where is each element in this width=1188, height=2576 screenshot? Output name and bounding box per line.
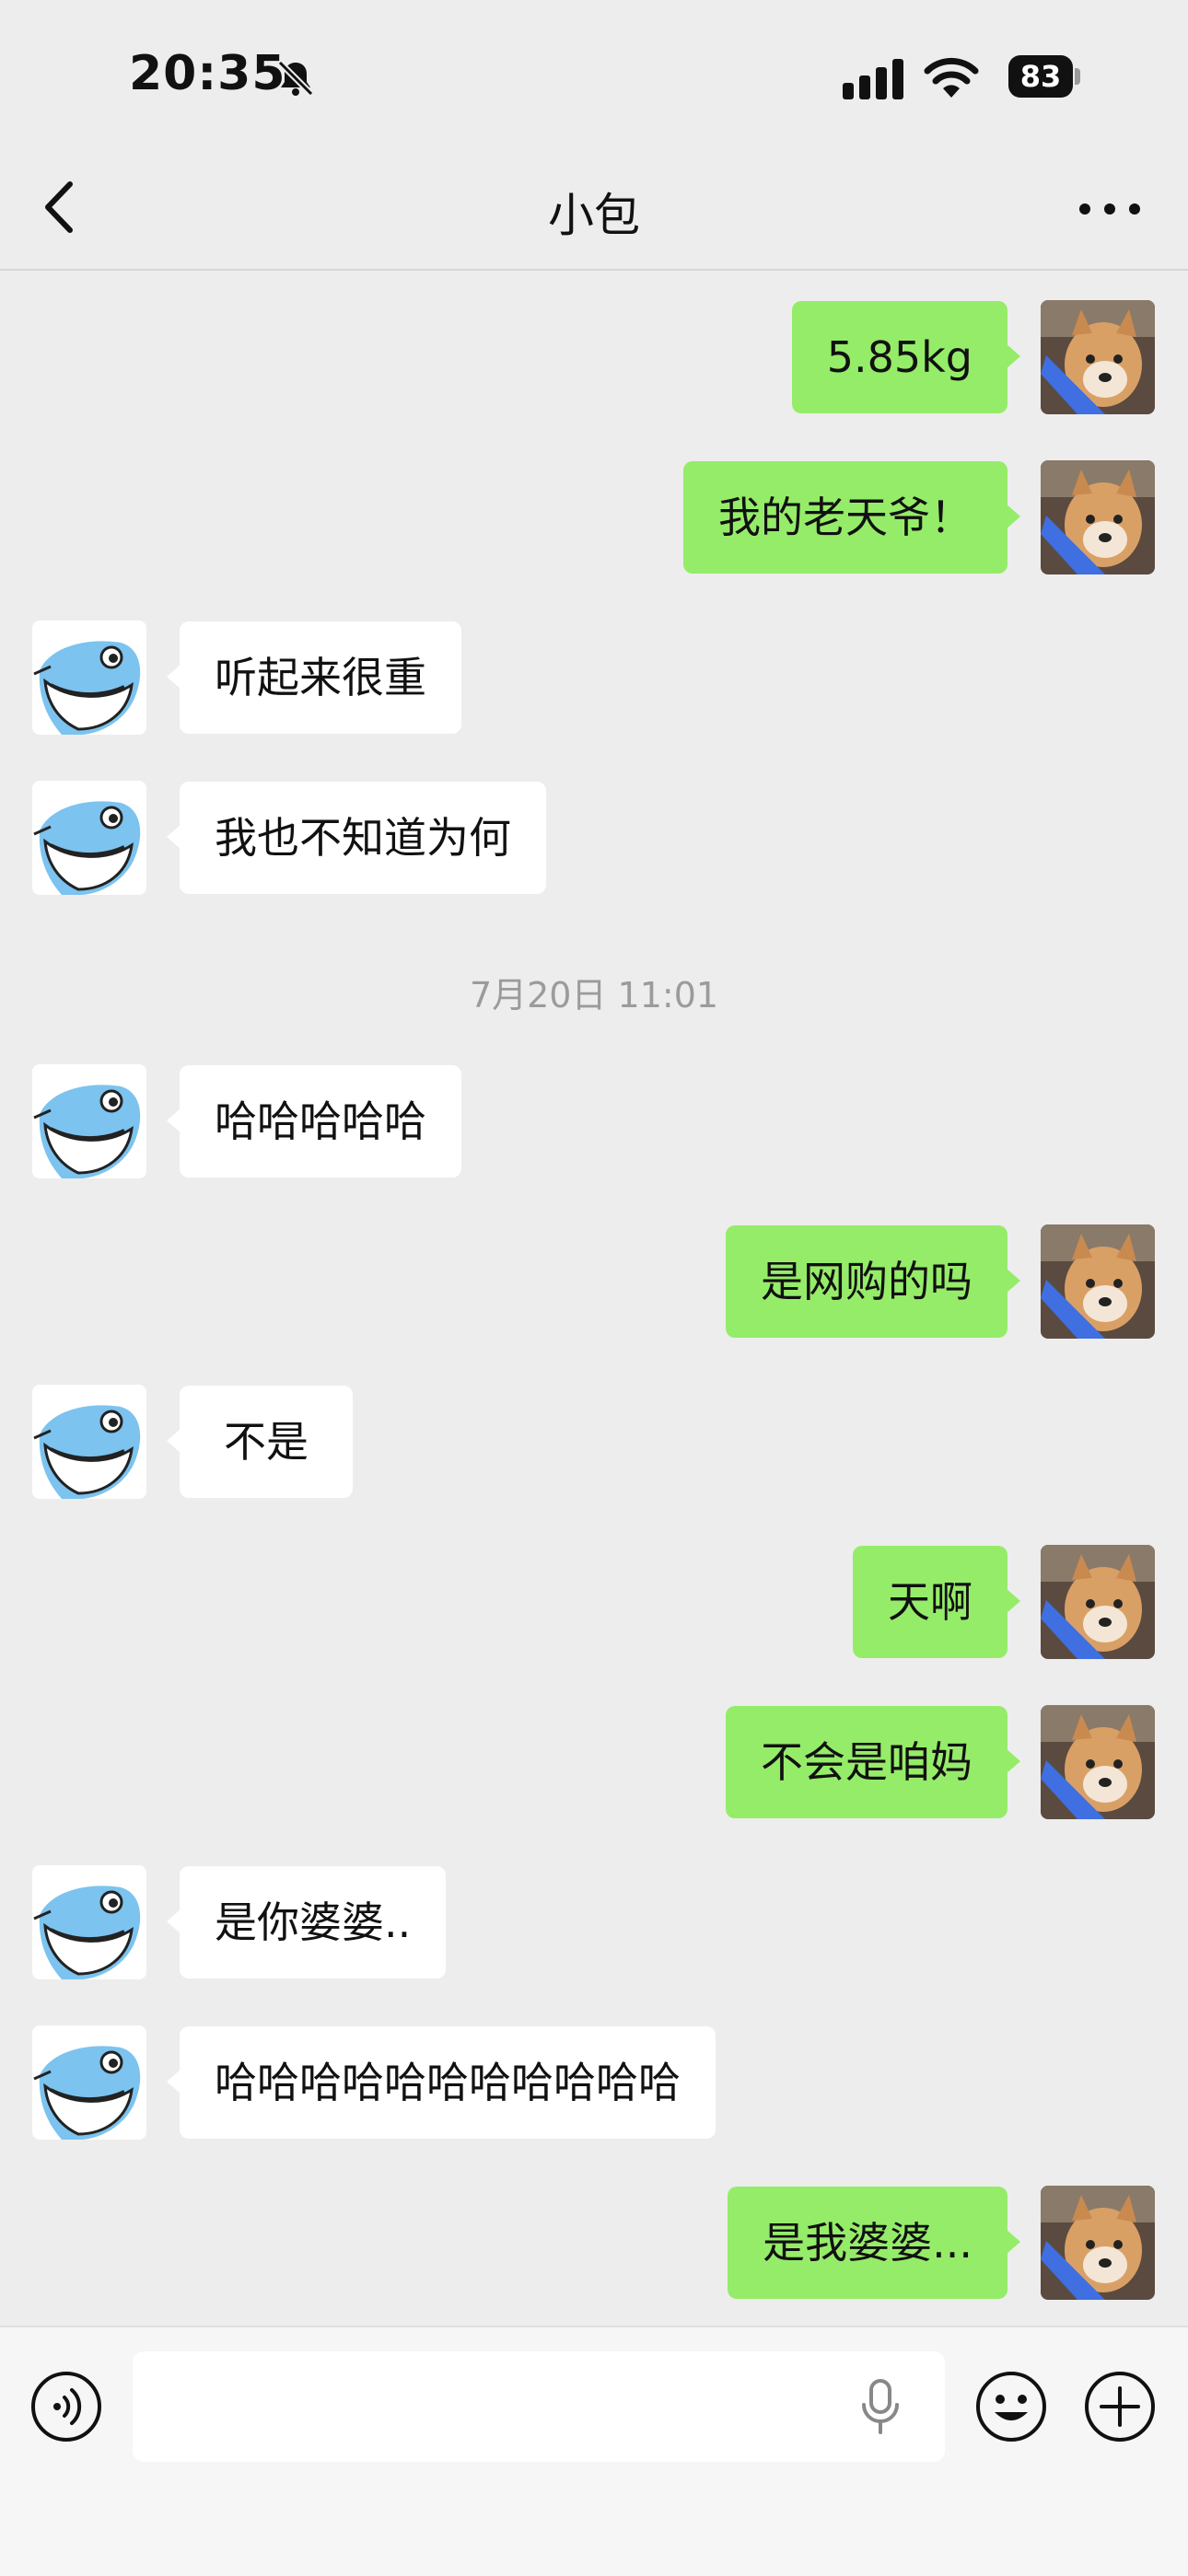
message-incoming: 哈哈哈哈哈哈哈哈哈哈哈 — [0, 2025, 1188, 2140]
avatar-self[interactable] — [1041, 300, 1155, 414]
message-bubble[interactable]: 我也不知道为何 — [167, 782, 546, 894]
message-incoming: 听起来很重 — [0, 621, 1188, 735]
message-bubble[interactable]: 天啊 — [853, 1546, 1020, 1658]
message-outgoing: 是网购的吗 — [0, 1224, 1188, 1339]
chat-title: 小包 — [548, 189, 640, 242]
wifi-icon — [924, 57, 979, 98]
cellular-signal-icon — [843, 59, 903, 99]
smiley-icon[interactable] — [974, 2370, 1048, 2443]
message-bubble[interactable]: 哈哈哈哈哈哈哈哈哈哈哈 — [167, 2026, 716, 2139]
avatar-self[interactable] — [1041, 1224, 1155, 1339]
message-outgoing: 5.85kg — [0, 300, 1188, 414]
avatar-contact[interactable] — [32, 621, 146, 735]
message-bubble[interactable]: 我的老天爷！ — [683, 461, 1020, 574]
voice-wave-icon[interactable] — [29, 2370, 103, 2443]
avatar-contact[interactable] — [32, 781, 146, 895]
avatar-self[interactable] — [1041, 460, 1155, 574]
message-incoming: 哈哈哈哈哈 — [0, 1064, 1188, 1178]
bell-slash-icon — [277, 60, 314, 97]
avatar-self[interactable] — [1041, 1545, 1155, 1659]
message-bubble[interactable]: 5.85kg — [791, 301, 1021, 413]
message-input[interactable] — [133, 2351, 945, 2462]
message-bubble[interactable]: 是你婆婆.. — [166, 1866, 447, 1978]
message-outgoing: 天啊 — [0, 1545, 1188, 1659]
message-incoming: 不是 — [0, 1385, 1188, 1499]
message-bubble[interactable]: 哈哈哈哈哈 — [167, 1065, 461, 1178]
microphone-icon[interactable] — [860, 2379, 901, 2434]
avatar-self[interactable] — [1041, 2186, 1155, 2300]
message-incoming: 我也不知道为何 — [0, 781, 1188, 895]
message-bubble[interactable]: 是我婆婆... — [728, 2187, 1020, 2299]
input-bar — [0, 2326, 1188, 2576]
message-outgoing: 我的老天爷！ — [0, 460, 1188, 574]
chat-timestamp: 7月20日 11:01 — [469, 975, 719, 1015]
status-time: 20:35 — [129, 46, 286, 101]
status-bar: 20:35 83 — [0, 0, 1188, 138]
avatar-contact[interactable] — [32, 1865, 146, 1979]
nav-bar: 小包 — [0, 138, 1188, 271]
avatar-contact[interactable] — [32, 1385, 146, 1499]
battery-icon: 83 — [1008, 55, 1082, 99]
avatar-contact[interactable] — [32, 1064, 146, 1178]
avatar-self[interactable] — [1041, 1705, 1155, 1819]
battery-level: 83 — [1008, 55, 1073, 98]
message-bubble[interactable]: 是网购的吗 — [726, 1225, 1020, 1338]
avatar-contact[interactable] — [32, 2025, 146, 2140]
message-bubble[interactable]: 不是 — [167, 1386, 353, 1498]
ellipsis-icon[interactable] — [1077, 203, 1142, 215]
message-bubble[interactable]: 听起来很重 — [167, 621, 461, 734]
plus-circle-icon[interactable] — [1083, 2370, 1157, 2443]
message-incoming: 是你婆婆.. — [0, 1865, 1188, 1979]
message-bubble[interactable]: 不会是咱妈 — [726, 1706, 1020, 1818]
message-outgoing: 不会是咱妈 — [0, 1705, 1188, 1819]
message-outgoing: 是我婆婆... — [0, 2186, 1188, 2300]
